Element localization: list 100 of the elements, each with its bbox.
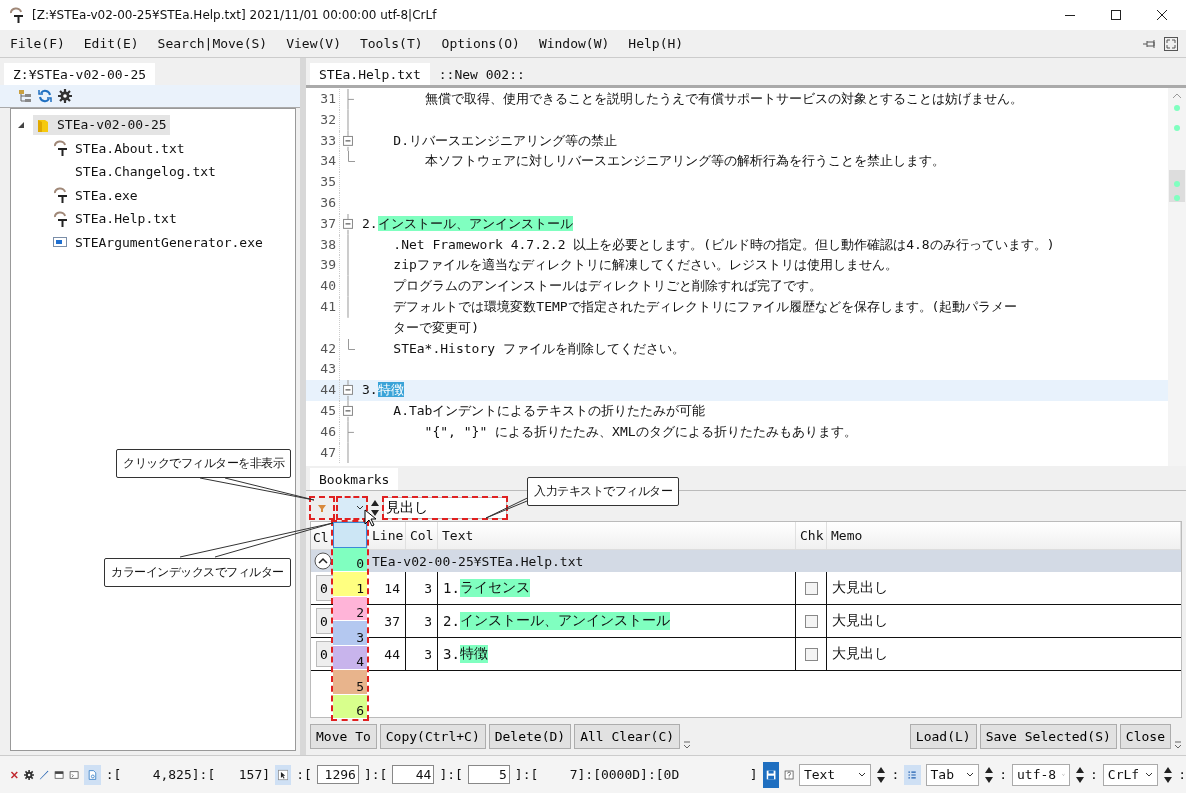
line-number: 46 <box>306 421 340 443</box>
cursor-icon[interactable] <box>275 764 292 785</box>
action-button[interactable]: Close <box>1119 723 1171 749</box>
folder-label: STEa-v02-00-25 <box>57 117 167 133</box>
code-text: 3.特徴 <box>362 382 404 398</box>
column-header[interactable]: Text <box>438 522 796 549</box>
settings-icon[interactable] <box>23 767 34 782</box>
line-number: 38 <box>306 234 340 256</box>
fold-end-icon <box>347 338 355 350</box>
menu-item[interactable]: File(F) <box>10 36 65 51</box>
color-option[interactable]: 4 <box>333 645 367 670</box>
expanded-arrow-icon[interactable] <box>17 120 25 129</box>
color-option[interactable]: 3 <box>333 621 367 646</box>
menu-item[interactable]: Options(O) <box>441 36 520 51</box>
table-cell-text: 大見出し <box>831 611 889 630</box>
tree-item[interactable]: STEa-v02-00-25 <box>33 114 170 135</box>
status-field[interactable]: 1296 <box>316 765 359 784</box>
close-icon[interactable] <box>1156 9 1168 21</box>
tree-item[interactable]: STEa.Changelog.txt <box>49 162 219 182</box>
code-text: 無償で取得、使用できることを説明したうえで有償サポートサービスの対象とすることは妨げません。 <box>423 91 1023 106</box>
column-header[interactable]: Col <box>406 522 438 549</box>
list-icon[interactable] <box>904 764 921 785</box>
color-option[interactable]: 6 <box>333 694 367 719</box>
file-tab[interactable]: ::New 002:: <box>429 63 534 85</box>
menu-item[interactable]: Help(H) <box>628 36 684 51</box>
file-tab[interactable]: STEa.Help.txt <box>310 63 430 85</box>
file-label: STEa.exe <box>75 187 138 203</box>
status-dropdown[interactable]: Tab <box>925 763 980 786</box>
color-option[interactable]: 1 <box>333 572 367 597</box>
action-button[interactable]: All Clear(C) <box>574 723 681 749</box>
table-cell-text: 大見出し <box>831 578 889 597</box>
action-button[interactable]: Save Selected(S) <box>979 723 1117 749</box>
callout-label: クリックでフィルターを非表示 <box>116 449 291 478</box>
fold-minus-icon[interactable] <box>342 213 354 235</box>
action-button[interactable]: Load(L) <box>909 723 977 749</box>
status-dropdown[interactable]: Text <box>798 763 872 786</box>
menu-item[interactable]: Tools(T) <box>359 36 423 51</box>
tree-item[interactable]: STEa.Help.txt <box>49 208 180 229</box>
color-option[interactable]: 0 <box>333 547 367 572</box>
tree-item[interactable]: STEa.exe <box>49 185 141 206</box>
chevron-down-icon <box>966 771 975 778</box>
tree-view-icon[interactable] <box>18 89 32 103</box>
color-option[interactable]: 2 <box>333 596 367 621</box>
status-dropdown[interactable]: CrLf <box>1102 763 1159 786</box>
overflow-icon[interactable] <box>683 741 692 749</box>
checkbox[interactable] <box>804 581 818 595</box>
color-option[interactable]: 5 <box>333 670 367 695</box>
table-cell: 3.特徴 <box>438 638 796 670</box>
line-number: 34 <box>306 151 340 173</box>
save-icon[interactable] <box>762 761 779 788</box>
tree-item[interactable]: STEa.About.txt <box>49 138 188 159</box>
fold-minus-icon[interactable] <box>342 380 354 401</box>
filter-text-field[interactable]: 見出し <box>383 497 507 519</box>
status-text: ]:[ <box>439 767 463 782</box>
action-button[interactable]: Move To <box>310 723 377 749</box>
column-header[interactable]: Chk <box>796 522 827 549</box>
status-field[interactable]: 5 <box>467 765 510 784</box>
overflow-icon[interactable] <box>1174 741 1182 749</box>
table-cell: 2.インストール、アンインストール <box>438 605 796 637</box>
table-cell: 3 <box>406 605 438 637</box>
fold-minus-icon[interactable] <box>342 400 354 422</box>
collapse-icon[interactable] <box>314 552 332 570</box>
action-button[interactable]: Delete(D) <box>488 723 572 749</box>
maximize-icon[interactable] <box>1110 9 1122 21</box>
checkbox[interactable] <box>804 614 818 628</box>
fullscreen-icon[interactable] <box>1164 36 1178 51</box>
refresh-icon[interactable] <box>38 89 52 103</box>
status-dropdown[interactable]: utf-8 <box>1012 763 1070 786</box>
table-cell: 3 <box>406 572 438 604</box>
filter-toggle-button[interactable] <box>310 497 334 519</box>
table-cell: 1.ライセンス <box>438 572 796 604</box>
action-button[interactable]: Copy(Ctrl+C) <box>379 723 486 749</box>
line-number: 42 <box>306 338 340 360</box>
code-text: STEa*.History ファイルを削除してください。 <box>392 340 685 356</box>
settings-icon[interactable] <box>58 89 72 103</box>
line-number: 35 <box>306 172 340 193</box>
column-header[interactable]: Memo <box>827 522 1181 549</box>
fold-minus-icon[interactable] <box>342 130 354 152</box>
color-option[interactable] <box>333 522 367 548</box>
bookmarks-tab[interactable]: Bookmarks <box>310 468 399 490</box>
code-text: zipファイルを適当なディレクトリに解凍してください。レジストリは使用しません。 <box>392 257 898 273</box>
menu-item[interactable]: Search|Move(S) <box>157 36 268 51</box>
status-field[interactable]: 44 <box>392 765 435 784</box>
menu-item[interactable]: Edit(E) <box>83 36 139 51</box>
folder-tab[interactable]: Z:¥STEa-v02-00-25 <box>4 63 156 85</box>
spin-buttons[interactable] <box>370 498 380 518</box>
app-icon <box>52 140 68 157</box>
status-text: ]:[ 7]:[0000D]:[0D ] <box>514 767 758 782</box>
line-number: 33 <box>306 130 340 152</box>
menu-item[interactable]: Window(W) <box>538 36 610 51</box>
document-icon[interactable] <box>84 764 101 785</box>
tree-item[interactable]: STEArgumentGenerator.exe <box>49 232 266 253</box>
file-label: STEa.About.txt <box>75 140 185 156</box>
menu-item[interactable]: View(V) <box>286 36 341 51</box>
color-filter-dropdown[interactable] <box>337 497 367 519</box>
checkbox[interactable] <box>804 647 818 661</box>
scroll-up-icon[interactable] <box>1172 92 1182 100</box>
pin-icon[interactable] <box>1142 37 1158 50</box>
help-icon[interactable] <box>783 767 794 782</box>
scrollbar[interactable] <box>1168 88 1186 466</box>
